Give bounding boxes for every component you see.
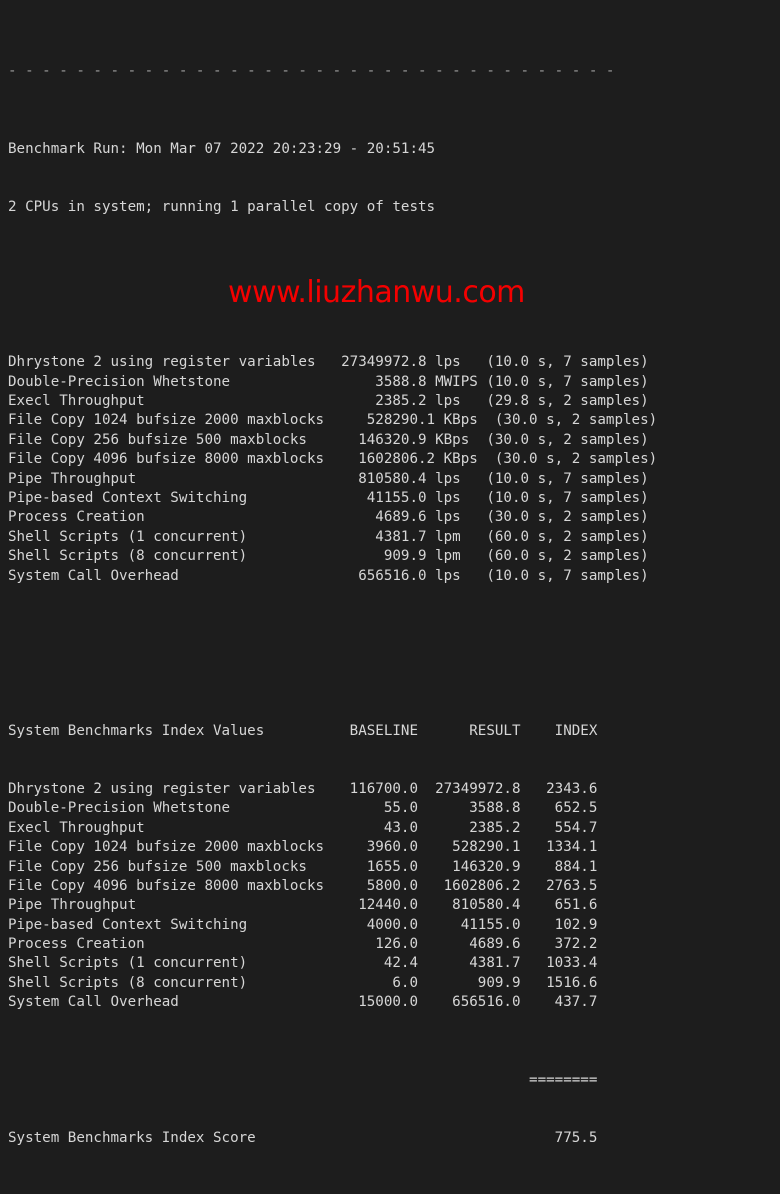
index-table-row: Process Creation 126.0 4689.6 372.2 xyxy=(8,936,598,953)
raw-result-row: Process Creation 4689.6 lps (30.0 s, 2 s… xyxy=(8,509,649,526)
raw-results-section: Dhrystone 2 using register variables 273… xyxy=(8,353,780,586)
score-separator: ======== xyxy=(8,1071,598,1088)
raw-result-row: Dhrystone 2 using register variables 273… xyxy=(8,354,649,371)
raw-result-row: Pipe-based Context Switching 41155.0 lps… xyxy=(8,489,649,506)
raw-result-row: Execl Throughput 2385.2 lps (29.8 s, 2 s… xyxy=(8,393,649,410)
index-table-row: Execl Throughput 43.0 2385.2 554.7 xyxy=(8,819,598,836)
raw-result-row: Pipe Throughput 810580.4 lps (10.0 s, 7 … xyxy=(8,470,649,487)
index-table-rows: Dhrystone 2 using register variables 116… xyxy=(8,780,780,1013)
raw-result-row: System Call Overhead 656516.0 lps (10.0 … xyxy=(8,567,649,584)
raw-result-row: Shell Scripts (1 concurrent) 4381.7 lpm … xyxy=(8,528,649,545)
index-table-row: System Call Overhead 15000.0 656516.0 43… xyxy=(8,994,598,1011)
benchmark-run-line: Benchmark Run: Mon Mar 07 2022 20:23:29 … xyxy=(8,140,436,157)
raw-result-row: Double-Precision Whetstone 3588.8 MWIPS … xyxy=(8,373,649,390)
index-table-row: Double-Precision Whetstone 55.0 3588.8 6… xyxy=(8,800,598,817)
index-table-header: System Benchmarks Index Values BASELINE … xyxy=(8,722,598,739)
cpu-count-line: 2 CPUs in system; running 1 parallel cop… xyxy=(8,199,436,216)
index-table-row: Dhrystone 2 using register variables 116… xyxy=(8,780,598,797)
raw-result-row: Shell Scripts (8 concurrent) 909.9 lpm (… xyxy=(8,548,649,565)
index-table-row: File Copy 256 bufsize 500 maxblocks 1655… xyxy=(8,858,598,875)
index-table-row: File Copy 4096 bufsize 8000 maxblocks 58… xyxy=(8,877,598,894)
index-table-row: Pipe Throughput 12440.0 810580.4 651.6 xyxy=(8,897,598,914)
raw-result-row: File Copy 1024 bufsize 2000 maxblocks 52… xyxy=(8,412,658,429)
index-table-row: Shell Scripts (8 concurrent) 6.0 909.9 1… xyxy=(8,974,598,991)
index-table-row: Shell Scripts (1 concurrent) 42.4 4381.7… xyxy=(8,955,598,972)
top-divider: - - - - - - - - - - - - - - - - - - - - … xyxy=(8,63,615,80)
index-score-line: System Benchmarks Index Score 775.5 xyxy=(8,1130,598,1147)
raw-result-row: File Copy 256 bufsize 500 maxblocks 1463… xyxy=(8,431,649,448)
index-table-row: File Copy 1024 bufsize 2000 maxblocks 39… xyxy=(8,839,598,856)
index-table-row: Pipe-based Context Switching 4000.0 4115… xyxy=(8,916,598,933)
raw-result-row: File Copy 4096 bufsize 8000 maxblocks 16… xyxy=(8,451,658,468)
terminal-output: - - - - - - - - - - - - - - - - - - - - … xyxy=(0,0,780,1146)
